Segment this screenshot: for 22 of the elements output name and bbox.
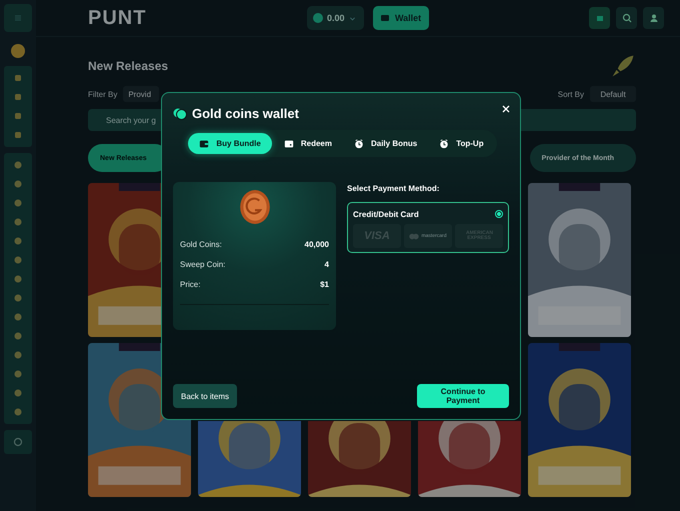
sort-label: Sort By [558, 90, 584, 98]
detail-value: 4 [324, 260, 329, 268]
section-label: Select Payment Method: [347, 184, 440, 193]
dialog-title: Gold coins wallet [192, 106, 299, 121]
detail-label: Price: [180, 280, 200, 288]
detail-label: Sweep Coin: [180, 260, 226, 268]
filter-label: Filter By [88, 90, 118, 98]
continue-button[interactable]: Continue to Payment [417, 384, 509, 408]
balance-button[interactable]: 0.00 [307, 6, 364, 30]
detail-value: 40,000 [304, 240, 329, 248]
tab[interactable]: Buy Bundle [188, 133, 272, 154]
tab[interactable]: Redeem [274, 133, 342, 154]
tab[interactable]: Daily Bonus [344, 133, 428, 154]
tab[interactable]: Top-Up [429, 133, 494, 154]
detail-label: Gold Coins: [180, 240, 222, 248]
filter-dropdown[interactable]: Provid [123, 86, 160, 102]
detail-value: $1 [320, 280, 329, 288]
sort-dropdown[interactable]: Default [590, 86, 636, 102]
option-label: Credit/Debit Card [353, 210, 419, 218]
site-logo[interactable]: PUNT [88, 6, 307, 30]
back-button[interactable]: Back to items [173, 384, 238, 408]
section-heading: New Releases [88, 59, 168, 73]
